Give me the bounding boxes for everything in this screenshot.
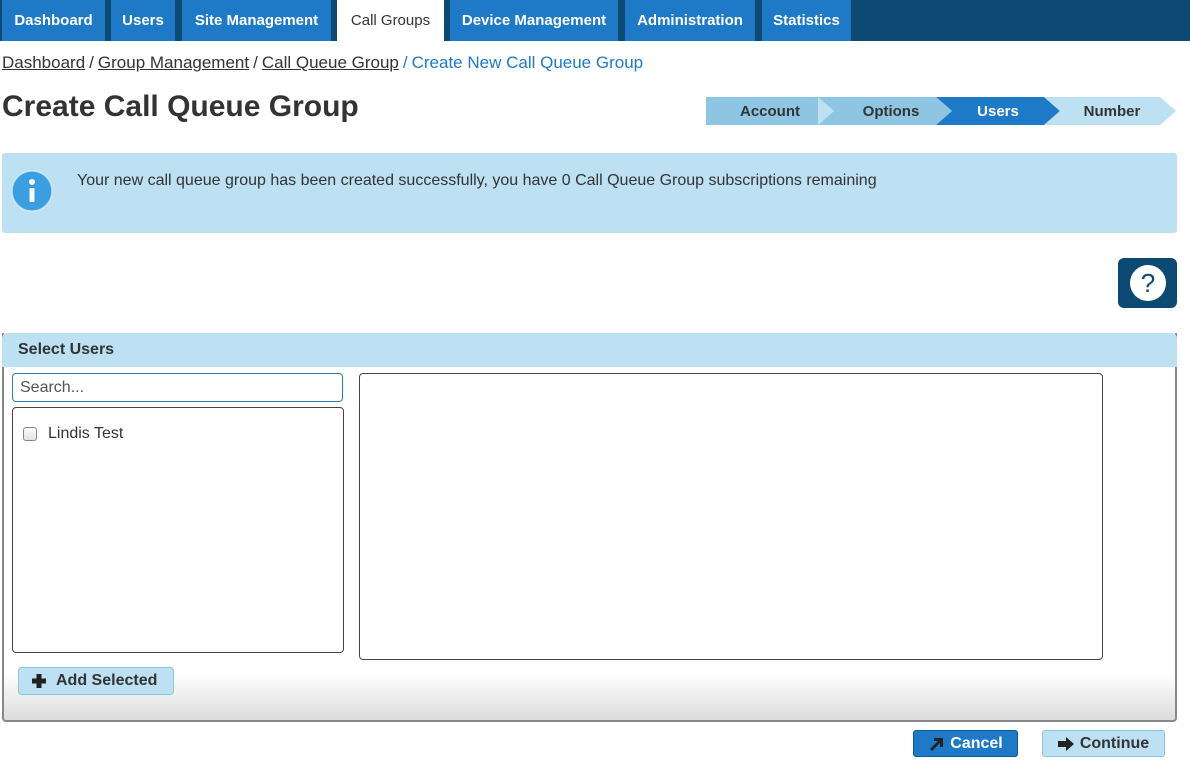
breadcrumb: Dashboard / Group Management / Call Queue Gr… bbox=[2, 53, 643, 73]
step-users: Users bbox=[936, 97, 1060, 125]
page-title: Create Call Queue Group bbox=[2, 90, 359, 123]
arrow-right-icon bbox=[1057, 736, 1074, 751]
user-checkbox[interactable] bbox=[23, 427, 37, 441]
tab-site-management[interactable]: Site Management bbox=[182, 0, 331, 41]
tab-dashboard[interactable]: Dashboard bbox=[2, 0, 105, 41]
breadcrumb-separator: / bbox=[402, 53, 408, 72]
step-account: Account bbox=[706, 97, 834, 125]
add-selected-label: Add Selected bbox=[56, 672, 158, 689]
tab-users[interactable]: Users bbox=[111, 0, 175, 41]
tab-device-management[interactable]: Device Management bbox=[450, 0, 618, 41]
breadcrumb-current: Create New Call Queue Group bbox=[411, 53, 644, 72]
breadcrumb-link-group-management[interactable]: Group Management bbox=[98, 53, 249, 72]
breadcrumb-separator: / bbox=[253, 53, 258, 72]
top-navigation: Dashboard Users Site Management Call Gro… bbox=[0, 0, 1190, 41]
available-users-list: Lindis Test bbox=[12, 407, 344, 653]
user-search-input[interactable] bbox=[12, 373, 343, 402]
step-options: Options bbox=[818, 97, 952, 125]
svg-text:?: ? bbox=[1140, 268, 1154, 298]
info-alert bbox=[2, 153, 1177, 233]
step-label: Account bbox=[740, 102, 800, 120]
breadcrumb-link-call-queue-group[interactable]: Call Queue Group bbox=[262, 53, 399, 72]
step-label: Users bbox=[977, 102, 1019, 120]
breadcrumb-link-dashboard[interactable]: Dashboard bbox=[2, 53, 85, 72]
breadcrumb-separator: / bbox=[89, 53, 94, 72]
tab-call-groups[interactable]: Call Groups bbox=[337, 0, 444, 41]
step-label: Number bbox=[1083, 102, 1141, 120]
help-button[interactable]: ? bbox=[1118, 258, 1177, 308]
cancel-arrow-icon bbox=[930, 737, 944, 751]
continue-label: Continue bbox=[1079, 734, 1150, 752]
step-label: Options bbox=[862, 102, 920, 120]
select-users-title: Select Users bbox=[2, 333, 1177, 367]
tab-statistics[interactable]: Statistics bbox=[762, 0, 851, 41]
user-name: Lindis Test bbox=[48, 425, 124, 442]
question-icon: ? bbox=[1129, 265, 1166, 301]
info-icon bbox=[11, 170, 53, 212]
continue-button[interactable]: Continue bbox=[1042, 730, 1165, 757]
wizard-steps: Account Options Users Number bbox=[706, 97, 1176, 125]
step-number: Number bbox=[1044, 97, 1176, 125]
add-selected-button[interactable]: Add Selected bbox=[18, 667, 174, 695]
cancel-label: Cancel bbox=[950, 734, 1003, 752]
plus-icon bbox=[32, 674, 46, 688]
list-item: Lindis Test bbox=[23, 425, 123, 443]
selected-users-list bbox=[359, 373, 1103, 660]
tab-administration[interactable]: Administration bbox=[625, 0, 755, 41]
alert-message: Your new call queue group has been creat… bbox=[77, 172, 877, 189]
cancel-button[interactable]: Cancel bbox=[913, 730, 1018, 757]
